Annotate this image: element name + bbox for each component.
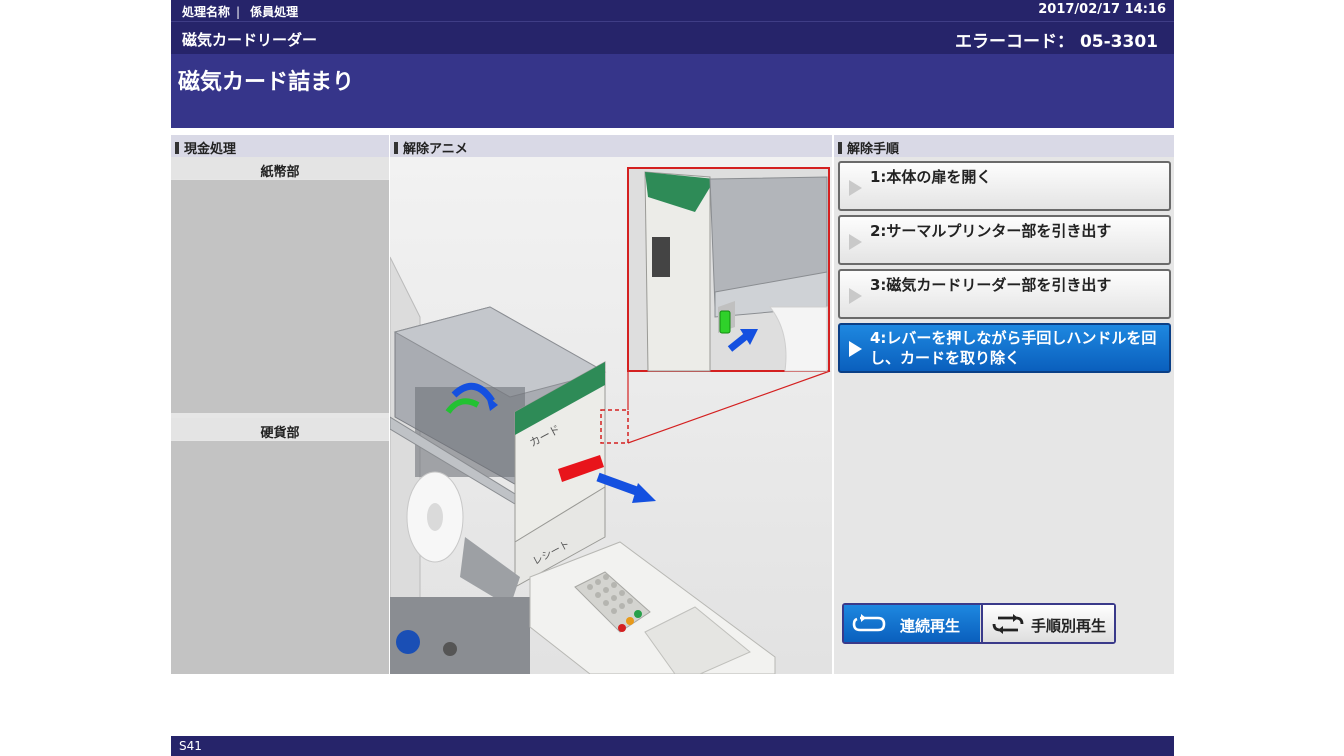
step-2-button[interactable]: 2:サーマルプリンター部を引き出す bbox=[838, 215, 1171, 265]
continuous-play-button[interactable]: 連続再生 bbox=[844, 605, 980, 642]
bill-section-label: 紙幣部 bbox=[171, 157, 389, 180]
coin-section-area bbox=[171, 441, 389, 674]
error-title-bar: 磁気カード詰まり bbox=[171, 54, 1174, 128]
device-name: 磁気カードリーダー bbox=[182, 31, 318, 49]
step-label: 2:サーマルプリンター部を引き出す bbox=[870, 222, 1112, 240]
app-window: 処理名称 | 係員処理 2017/02/17 14:16 磁気カードリーダー エラー… bbox=[171, 0, 1174, 756]
coin-section-label: 硬貨部 bbox=[171, 418, 389, 441]
step-label: 3:磁気カードリーダー部を引き出す bbox=[870, 276, 1112, 294]
error-title: 磁気カード詰まり bbox=[178, 70, 355, 95]
step-4-button[interactable]: 4:レバーを押しながら手回しハンドルを回し、カードを取り除く bbox=[838, 323, 1171, 373]
error-code-label: エラーコード： bbox=[955, 32, 1075, 52]
process-name: 処理名称 | 係員処理 bbox=[182, 5, 299, 19]
section-animation-label: 解除アニメ bbox=[403, 142, 468, 157]
process-name-label: 処理名称 bbox=[182, 5, 231, 19]
device-bar: 磁気カードリーダー エラーコード： 05-3301 bbox=[171, 21, 1174, 54]
section-cash-label: 現金処理 bbox=[184, 142, 237, 157]
error-code-value: 05-3301 bbox=[1079, 32, 1158, 52]
process-name-value: 係員処理 bbox=[250, 5, 299, 19]
play-arrow-icon bbox=[849, 341, 862, 357]
zoom-inset bbox=[627, 167, 830, 372]
section-marker-icon bbox=[838, 142, 842, 154]
section-animation-header: 解除アニメ bbox=[390, 135, 832, 157]
machine-illustration: カード レシート bbox=[390, 157, 832, 674]
step-1-button[interactable]: 1:本体の扉を開く bbox=[838, 161, 1171, 211]
section-marker-icon bbox=[175, 142, 179, 154]
bill-section-area bbox=[171, 180, 389, 413]
step-label: 1:本体の扉を開く bbox=[870, 168, 992, 186]
play-arrow-icon bbox=[849, 180, 862, 196]
play-arrow-icon bbox=[849, 234, 862, 250]
play-arrow-icon bbox=[849, 288, 862, 304]
cash-panel: 紙幣部 硬貨部 bbox=[171, 157, 389, 674]
procedure-panel: 1:本体の扉を開く 2:サーマルプリンター部を引き出す 3:磁気カードリーダー部… bbox=[834, 157, 1174, 674]
inset-card-green bbox=[719, 310, 731, 334]
step-label: 4:レバーを押しながら手回しハンドルを回し、カードを取り除く bbox=[870, 329, 1157, 367]
screen-id: S41 bbox=[179, 739, 202, 753]
status-footer: S41 bbox=[171, 736, 1174, 756]
continuous-play-label: 連続再生 bbox=[900, 617, 961, 635]
section-procedure-header: 解除手順 bbox=[834, 135, 1174, 157]
playback-mode-toggle: 連続再生 手順別再生 bbox=[842, 603, 1116, 644]
section-cash-header: 現金処理 bbox=[171, 135, 389, 157]
stepwise-play-button[interactable]: 手順別再生 bbox=[981, 605, 1114, 642]
step-3-button[interactable]: 3:磁気カードリーダー部を引き出す bbox=[838, 269, 1171, 319]
section-procedure-label: 解除手順 bbox=[847, 142, 900, 157]
section-marker-icon bbox=[394, 142, 398, 154]
loop-icon bbox=[852, 614, 886, 632]
release-animation: カード レシート bbox=[390, 157, 832, 674]
repeat-icon bbox=[992, 614, 1024, 634]
process-bar: 処理名称 | 係員処理 2017/02/17 14:16 bbox=[171, 0, 1174, 21]
stepwise-play-label: 手順別再生 bbox=[1031, 617, 1107, 635]
error-code: エラーコード： 05-3301 bbox=[955, 27, 1158, 52]
datetime: 2017/02/17 14:16 bbox=[1038, 2, 1166, 17]
